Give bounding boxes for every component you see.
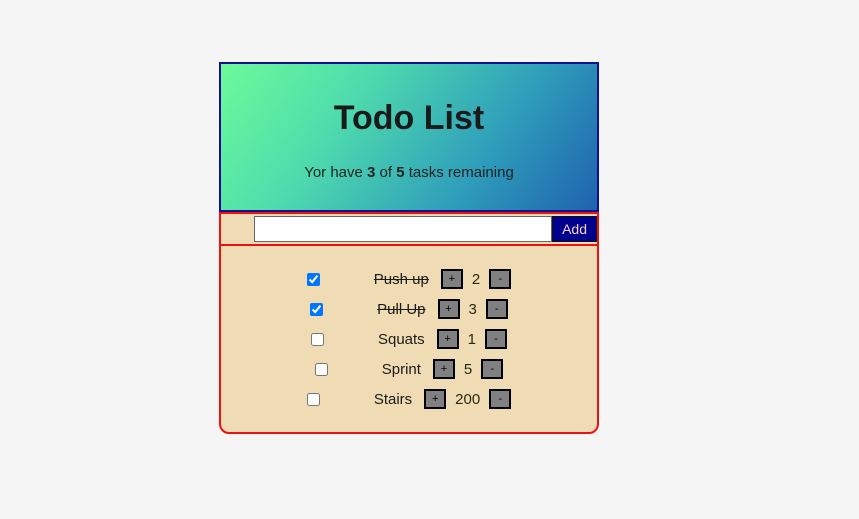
- task-label: Pull Up: [377, 300, 426, 318]
- add-task-form: Add: [219, 212, 599, 247]
- app-header: Todo List Yor have 3 of 5 tasks remainin…: [219, 62, 599, 213]
- task-checkbox[interactable]: [314, 362, 328, 376]
- increment-button[interactable]: +: [432, 359, 455, 380]
- todo-app-card: Todo List Yor have 3 of 5 tasks remainin…: [219, 62, 599, 435]
- summary-suffix: tasks remaining: [404, 164, 514, 182]
- list-item-pull-up: Pull Up + 3 -: [221, 294, 597, 324]
- task-checkbox[interactable]: [306, 272, 320, 286]
- summary-middle: of: [375, 164, 397, 182]
- list-item-sprint: Sprint + 5 -: [221, 354, 597, 384]
- decrement-button[interactable]: -: [485, 329, 508, 350]
- increment-button[interactable]: +: [437, 299, 460, 320]
- new-task-input[interactable]: [254, 216, 553, 243]
- summary-prefix: Yor have: [304, 164, 368, 182]
- add-task-button[interactable]: Add: [552, 216, 597, 243]
- task-count: 5: [463, 360, 473, 378]
- task-count: 1: [467, 330, 477, 348]
- increment-button[interactable]: +: [424, 389, 447, 410]
- task-count: 2: [471, 270, 481, 288]
- list-item-squats: Squats + 1 -: [221, 324, 597, 354]
- decrement-button[interactable]: -: [489, 269, 512, 290]
- tasks-remaining-summary: Yor have 3 of 5 tasks remaining: [235, 164, 583, 182]
- list-item-push-up: Push up + 2 -: [221, 264, 597, 294]
- task-count: 3: [468, 300, 477, 318]
- add-form-spacer: [221, 216, 254, 242]
- total-count: 5: [396, 164, 405, 182]
- todo-list: Push up + 2 - Pull Up + 3 - Squats + 1 -…: [221, 246, 597, 432]
- decrement-button[interactable]: -: [489, 389, 512, 410]
- task-checkbox[interactable]: [306, 392, 320, 406]
- task-label: Sprint: [381, 360, 421, 378]
- increment-button[interactable]: +: [440, 269, 463, 290]
- page-title: Todo List: [333, 99, 485, 137]
- task-label: Push up: [373, 270, 429, 288]
- task-checkbox[interactable]: [310, 332, 324, 346]
- task-label: Stairs: [373, 390, 413, 408]
- decrement-button[interactable]: -: [485, 299, 508, 320]
- decrement-button[interactable]: -: [481, 359, 504, 380]
- task-label: Squats: [377, 330, 425, 348]
- list-item-stairs: Stairs + 200 -: [221, 384, 597, 414]
- increment-button[interactable]: +: [436, 329, 459, 350]
- task-count: 200: [455, 390, 481, 408]
- task-checkbox[interactable]: [310, 302, 324, 316]
